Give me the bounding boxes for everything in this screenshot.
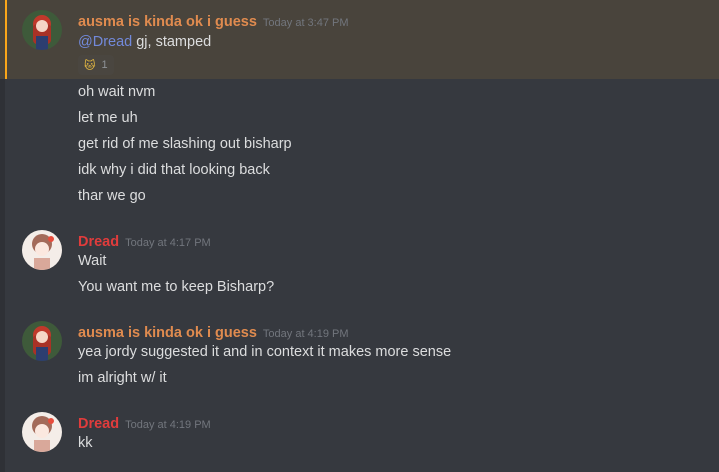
dread-avatar[interactable] bbox=[22, 230, 62, 270]
message-line: Wait bbox=[78, 253, 107, 269]
timestamp: Today at 4:19 PM bbox=[262, 328, 349, 340]
timestamp: Today at 4:19 PM bbox=[125, 419, 211, 431]
message-line: get rid of me slashing out bisharp bbox=[78, 136, 292, 152]
message-line: im alright w/ it bbox=[78, 370, 167, 386]
message-text-content: gj, stamped bbox=[132, 34, 212, 50]
message-group-mention: ausma is kinda ok i guess Today at 3:47 P… bbox=[0, 0, 719, 79]
message-line: thar we go bbox=[78, 188, 146, 204]
message-header: Dread Today at 4:17 PM bbox=[78, 231, 211, 250]
message-header: ausma is kinda ok i guess Today at 4:19 P… bbox=[78, 322, 349, 341]
message-line: idk why i did that looking back bbox=[78, 162, 270, 178]
username[interactable]: ausma is kinda ok i guess bbox=[78, 325, 257, 341]
mention-highlight-bar bbox=[5, 0, 7, 79]
username[interactable]: ausma is kinda ok i guess bbox=[78, 14, 257, 30]
message-line: let me uh bbox=[78, 110, 138, 126]
message-line: You want me to keep Bisharp? bbox=[78, 279, 275, 295]
reaction-count: 1 bbox=[101, 59, 108, 71]
ausma-avatar[interactable] bbox=[22, 321, 62, 361]
message-header: ausma is kinda ok i guess Today at 3:47 P… bbox=[78, 11, 349, 30]
message-header: Dread Today at 4:19 PM bbox=[78, 413, 211, 432]
user-mention[interactable]: @Dread bbox=[78, 34, 132, 50]
timestamp: Today at 3:47 PM bbox=[262, 17, 349, 29]
dread-avatar[interactable] bbox=[22, 412, 62, 452]
message-line: kk bbox=[78, 435, 93, 451]
reaction-button[interactable]: 🐱 1 bbox=[78, 55, 114, 75]
username[interactable]: Dread bbox=[78, 234, 119, 250]
message-line: oh wait nvm bbox=[78, 84, 156, 100]
chat-messages: ausma is kinda ok i guess Today at 3:47 P… bbox=[0, 0, 719, 472]
message-text: @Dread gj, stamped bbox=[78, 34, 211, 50]
ausma-avatar[interactable] bbox=[22, 10, 62, 50]
timestamp: Today at 4:17 PM bbox=[125, 237, 211, 249]
cat-emoji-icon: 🐱 bbox=[84, 58, 96, 72]
username[interactable]: Dread bbox=[78, 416, 119, 432]
message-line: yea jordy suggested it and in context it… bbox=[78, 344, 452, 360]
